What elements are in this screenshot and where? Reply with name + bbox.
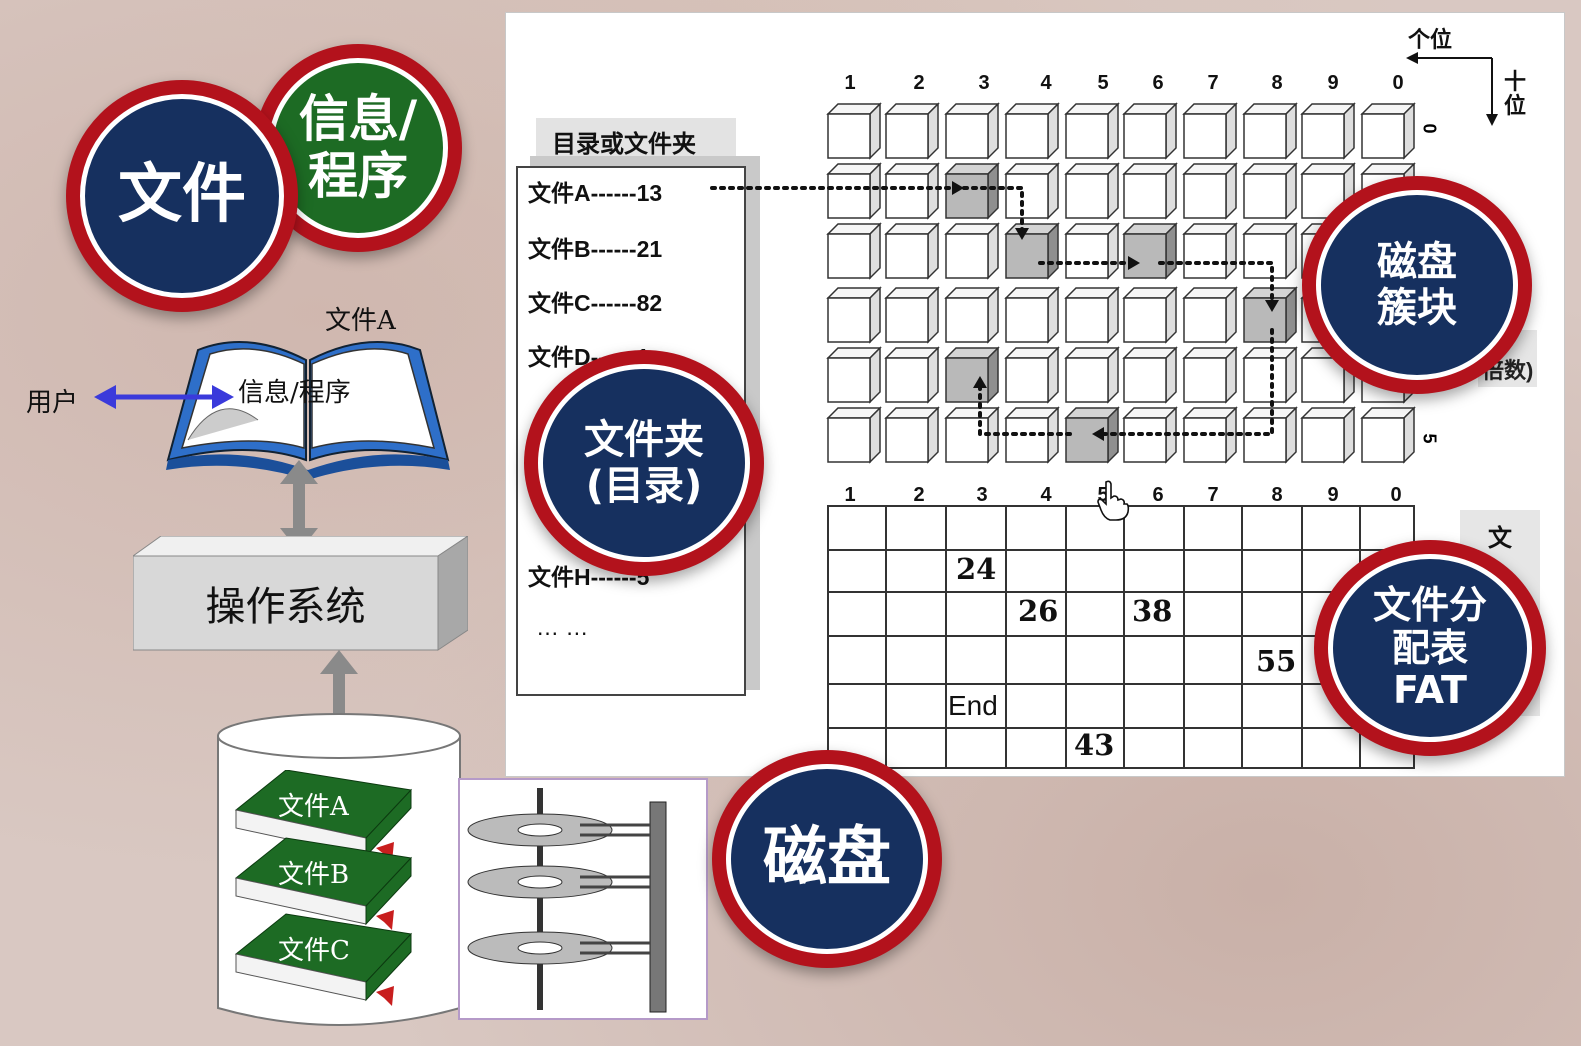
fat-value-55: 55 bbox=[1256, 644, 1297, 678]
cluster-cube bbox=[1064, 102, 1120, 160]
book-label-c: 文件C bbox=[278, 936, 350, 966]
cluster-cube bbox=[1064, 162, 1120, 220]
fat-value-24: 24 bbox=[956, 552, 997, 586]
cluster-cube bbox=[944, 286, 1000, 344]
grid-col-6: 6 bbox=[1152, 72, 1164, 94]
cluster-cube bbox=[1122, 222, 1178, 280]
book-label-b: 文件B bbox=[278, 860, 350, 890]
fat-badge: 文件分 配表 FAT bbox=[1314, 540, 1546, 756]
cluster-badge: 磁盘 簇块 bbox=[1302, 176, 1532, 394]
cluster-cube bbox=[1004, 406, 1060, 464]
cluster-cube bbox=[1242, 222, 1298, 280]
cluster-cube bbox=[1004, 346, 1060, 404]
book-label-a: 文件A bbox=[278, 792, 349, 822]
cluster-cube bbox=[1360, 406, 1416, 464]
grid-row-label-5: 5 bbox=[1419, 433, 1440, 444]
disk-label: 磁盘 bbox=[726, 764, 928, 954]
cluster-cube bbox=[1064, 346, 1120, 404]
cluster-cube bbox=[1122, 346, 1178, 404]
cluster-cube bbox=[826, 286, 882, 344]
cluster-cube bbox=[826, 222, 882, 280]
cluster-cube bbox=[1122, 406, 1178, 464]
fat-value-26: 26 bbox=[1018, 594, 1059, 628]
cluster-cube bbox=[1064, 286, 1120, 344]
dir-ellipsis: … … bbox=[536, 614, 589, 640]
hand-cursor-icon bbox=[1097, 480, 1130, 521]
cluster-label: 磁盘 簇块 bbox=[1316, 190, 1518, 380]
place-axis-arrows bbox=[1406, 52, 1498, 126]
cluster-cube bbox=[1300, 102, 1356, 160]
grid-col-3: 3 bbox=[978, 72, 990, 94]
cluster-cube bbox=[1182, 346, 1238, 404]
dir-entry-a: 文件A------13 bbox=[528, 180, 663, 206]
book-content-text: 信息/程序 bbox=[238, 378, 351, 408]
cluster-cube bbox=[826, 346, 882, 404]
cluster-cube bbox=[1004, 286, 1060, 344]
cluster-cube bbox=[1004, 102, 1060, 160]
user-book-arrow bbox=[94, 385, 234, 409]
cluster-cube bbox=[1182, 162, 1238, 220]
fat-value-43: 43 bbox=[1074, 728, 1115, 762]
cluster-cube bbox=[944, 346, 1000, 404]
directory-title: 目录或文件夹 bbox=[552, 131, 696, 158]
cluster-cube bbox=[884, 346, 940, 404]
cluster-cube bbox=[1182, 222, 1238, 280]
cluster-cube bbox=[1122, 102, 1178, 160]
cluster-cube bbox=[1182, 102, 1238, 160]
cluster-cube bbox=[1242, 406, 1298, 464]
fat-label: 文件分 配表 FAT bbox=[1328, 554, 1532, 742]
cluster-cube bbox=[884, 162, 940, 220]
cluster-cube bbox=[884, 222, 940, 280]
grid-col-1: 1 bbox=[844, 72, 856, 94]
dir-entry-b: 文件B------21 bbox=[528, 236, 663, 262]
cluster-cube bbox=[1182, 406, 1238, 464]
cluster-cube bbox=[1182, 286, 1238, 344]
grid-col-8: 8 bbox=[1271, 72, 1283, 94]
grid-col-0: 0 bbox=[1392, 72, 1404, 94]
cluster-cube bbox=[884, 406, 940, 464]
disk-badge: 磁盘 bbox=[712, 750, 942, 968]
user-label: 用户 bbox=[26, 388, 79, 418]
cluster-cube bbox=[1064, 406, 1120, 464]
cluster-cube bbox=[884, 102, 940, 160]
cluster-cube bbox=[1300, 406, 1356, 464]
cluster-cube bbox=[944, 222, 1000, 280]
cluster-cube bbox=[1242, 162, 1298, 220]
cluster-cube bbox=[1122, 286, 1178, 344]
cluster-cube bbox=[944, 162, 1000, 220]
grid-col-5: 5 bbox=[1097, 72, 1109, 94]
cluster-cube bbox=[1004, 162, 1060, 220]
grid-col-2: 2 bbox=[913, 72, 925, 94]
os-label: 操作系统 bbox=[205, 584, 366, 630]
cluster-cube bbox=[826, 406, 882, 464]
cluster-cube bbox=[1064, 222, 1120, 280]
cluster-cube bbox=[1242, 346, 1298, 404]
grid-col-9: 9 bbox=[1327, 72, 1339, 94]
cluster-cube bbox=[944, 102, 1000, 160]
dir-entry-c: 文件C------82 bbox=[528, 290, 663, 316]
disk-platter-illustration bbox=[458, 778, 708, 1020]
tens-place-label: 十 位 bbox=[1504, 69, 1527, 119]
grid-row-label-0: 0 bbox=[1419, 123, 1440, 134]
file-badge: 文件 bbox=[66, 80, 298, 312]
cluster-cube bbox=[1242, 102, 1298, 160]
folder-badge: 文件夹 (目录) bbox=[524, 350, 764, 576]
cluster-cube bbox=[1360, 102, 1416, 160]
cluster-cube bbox=[884, 286, 940, 344]
cluster-cube bbox=[1242, 286, 1298, 344]
folder-label: 文件夹 (目录) bbox=[538, 364, 750, 562]
grid-col-7: 7 bbox=[1207, 72, 1219, 94]
cluster-cube bbox=[1004, 222, 1060, 280]
cluster-cube bbox=[1122, 162, 1178, 220]
cluster-cube bbox=[944, 406, 1000, 464]
fat-value-end: End bbox=[948, 690, 998, 721]
fat-value-38: 38 bbox=[1132, 594, 1173, 628]
file-label: 文件 bbox=[80, 94, 284, 298]
grid-col-4: 4 bbox=[1040, 72, 1052, 94]
cluster-cube bbox=[826, 102, 882, 160]
cluster-cube bbox=[826, 162, 882, 220]
